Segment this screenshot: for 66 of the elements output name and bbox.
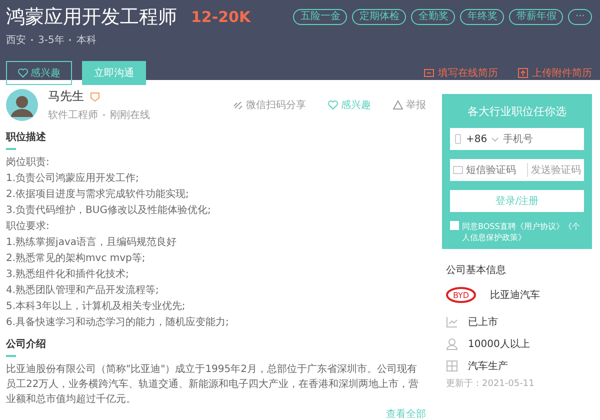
separator-dot bbox=[31, 39, 33, 41]
interest-button[interactable]: 感兴趣 bbox=[6, 61, 72, 85]
description-line: 1.熟练掌握java语言，且编码规范良好 bbox=[6, 236, 178, 250]
job-meta: 本科 bbox=[76, 34, 96, 47]
action-link[interactable]: 微信扫码分享 bbox=[233, 98, 306, 112]
document-icon bbox=[424, 68, 434, 78]
company-fact: 10000人以上 bbox=[468, 338, 530, 351]
action-link[interactable]: 感兴趣 bbox=[328, 98, 371, 112]
resume-link[interactable]: 上传附件简历 bbox=[518, 66, 592, 80]
phone-icon bbox=[453, 134, 463, 144]
company-logo: BYD bbox=[446, 287, 476, 303]
update-date: 更新于：2021-05-11 bbox=[446, 378, 536, 390]
recruiter-role: 软件工程师 bbox=[48, 109, 98, 122]
benefit-tag: 带薪年假 bbox=[509, 9, 564, 25]
description-line: 4.熟悉团队管理和产品开发流程等; bbox=[6, 284, 160, 298]
section-heading: 公司基本信息 bbox=[446, 264, 507, 277]
description-line: 6.具备快速学习和动态学习的能力，随机应变能力; bbox=[6, 316, 230, 330]
upload-icon bbox=[518, 68, 528, 78]
section-heading: 公司介绍 bbox=[6, 338, 47, 351]
benefit-tag: 年终奖 bbox=[460, 9, 504, 25]
description-line: 2.熟悉常见的架构mvc mvp等; bbox=[6, 252, 146, 266]
resume-link[interactable]: 填写在线简历 bbox=[424, 66, 498, 80]
description-line: 岗位职责: bbox=[6, 156, 50, 170]
benefit-tag: 全勤奖 bbox=[411, 9, 456, 25]
login-button[interactable]: 登录/注册 bbox=[450, 190, 584, 212]
description-line: 3.负责代码维护，BUG修改以及性能体验优化; bbox=[6, 204, 212, 218]
send-code-link[interactable]: 发送验证码 bbox=[527, 163, 581, 177]
benefit-tag: 五险一金 bbox=[293, 9, 348, 25]
benefit-tag: 定期体检 bbox=[352, 9, 406, 25]
separator-dot bbox=[69, 39, 72, 41]
grid-icon bbox=[446, 360, 458, 372]
recruiter-name: 马先生 bbox=[48, 88, 84, 105]
message-icon bbox=[453, 165, 463, 175]
benefit-tag: ··· bbox=[568, 9, 592, 25]
warning-icon bbox=[393, 100, 403, 110]
heart-icon bbox=[328, 100, 338, 110]
heart-icon bbox=[18, 68, 28, 78]
agreement-text: 同意BOSS直聘《用户协议》《个人信息保护政策》 bbox=[462, 221, 581, 243]
company-fact: 已上市 bbox=[468, 316, 498, 329]
agreement-checkbox[interactable] bbox=[450, 221, 459, 230]
country-code[interactable]: +86 bbox=[466, 134, 488, 144]
code-field[interactable]: 短信验证码 发送验证码 bbox=[450, 159, 584, 181]
description-line: 5.本科3年以上，计算机及相关专业优先; bbox=[6, 300, 186, 314]
avatar bbox=[6, 89, 38, 121]
chart-icon bbox=[446, 316, 458, 328]
view-all-link[interactable]: 查看全部 bbox=[386, 407, 426, 420]
verified-badge-icon bbox=[90, 92, 100, 102]
description-line: 3.熟悉组件化和插件化技术; bbox=[6, 268, 130, 282]
recruiter-status: 刚刚在线 bbox=[110, 108, 150, 122]
chat-button[interactable]: 立即沟通 bbox=[82, 61, 146, 85]
separator-dot bbox=[103, 114, 105, 116]
description-line: 职位要求: bbox=[6, 220, 50, 234]
person-icon bbox=[446, 338, 458, 350]
job-title: 鸿蒙应用开发工程师 bbox=[6, 5, 177, 30]
section-heading: 职位描述 bbox=[6, 130, 47, 144]
action-link[interactable]: 举报 bbox=[393, 98, 426, 112]
phone-field[interactable]: +86 手机号 bbox=[450, 128, 584, 150]
card-title: 各大行业职位任你选 bbox=[466, 104, 568, 119]
job-meta: 西安 bbox=[6, 34, 26, 47]
description-line: 1.负责公司鸿蒙应用开发工作; bbox=[6, 172, 140, 186]
company-name: 比亚迪汽车 bbox=[490, 288, 540, 302]
company-fact: 汽车生产 bbox=[468, 360, 508, 373]
salary: 12-20K bbox=[191, 8, 251, 26]
job-meta: 3-5年 bbox=[38, 34, 64, 47]
description-line: 2.依据项目进度与需求完成软件功能实现; bbox=[6, 188, 190, 202]
company-description: 比亚迪股份有限公司（简称"比亚迪"）成立于1995年2月，总部位于广东省深圳市。公司现有员工22万人，业务横跨汽车、轨道交通、新能源和电子四大产业，在香港和深圳两地上市，营业额和总市值均超过千亿元。 bbox=[6, 362, 420, 407]
